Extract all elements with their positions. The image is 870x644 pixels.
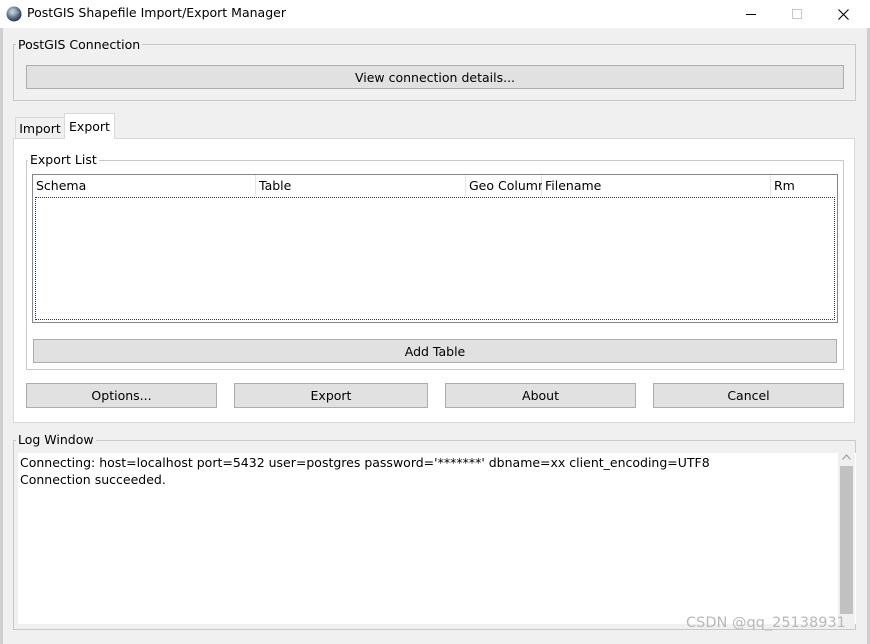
column-header-rm[interactable]: Rm: [771, 175, 837, 196]
export-list-group-label: Export List: [28, 152, 99, 167]
column-header-geo-column[interactable]: Geo Column: [466, 175, 546, 196]
chevron-up-icon: [842, 453, 851, 460]
window-frame-left: [0, 28, 3, 644]
cancel-button[interactable]: Cancel: [653, 383, 844, 408]
connection-group-label: PostGIS Connection: [16, 37, 143, 52]
view-connection-details-button[interactable]: View connection details...: [26, 65, 844, 89]
maximize-icon: [792, 9, 802, 19]
globe-icon: [6, 6, 22, 22]
scroll-thumb[interactable]: [840, 466, 853, 614]
add-table-button[interactable]: Add Table: [33, 339, 837, 363]
column-header-schema[interactable]: Schema: [33, 175, 256, 196]
export-button[interactable]: Export: [234, 383, 428, 408]
watermark: CSDN @qq_25138931: [686, 615, 846, 631]
log-line: Connection succeeded.: [20, 472, 166, 487]
options-button[interactable]: Options...: [26, 383, 217, 408]
scroll-up-button[interactable]: [838, 448, 855, 465]
export-list-body[interactable]: [35, 197, 835, 320]
tab-import[interactable]: Import: [15, 117, 65, 138]
minimize-icon: [746, 14, 756, 15]
log-line: Connecting: host=localhost port=5432 use…: [20, 455, 710, 470]
about-button[interactable]: About: [445, 383, 636, 408]
window-title: PostGIS Shapefile Import/Export Manager: [27, 5, 286, 20]
maximize-button[interactable]: [774, 0, 820, 28]
tab-export[interactable]: Export: [64, 113, 115, 139]
column-header-table[interactable]: Table: [256, 175, 466, 196]
close-icon: [837, 8, 849, 20]
column-header-filename[interactable]: Filename: [542, 175, 771, 196]
close-button[interactable]: [820, 0, 866, 28]
log-window-group-label: Log Window: [16, 432, 96, 447]
minimize-button[interactable]: [728, 0, 774, 28]
